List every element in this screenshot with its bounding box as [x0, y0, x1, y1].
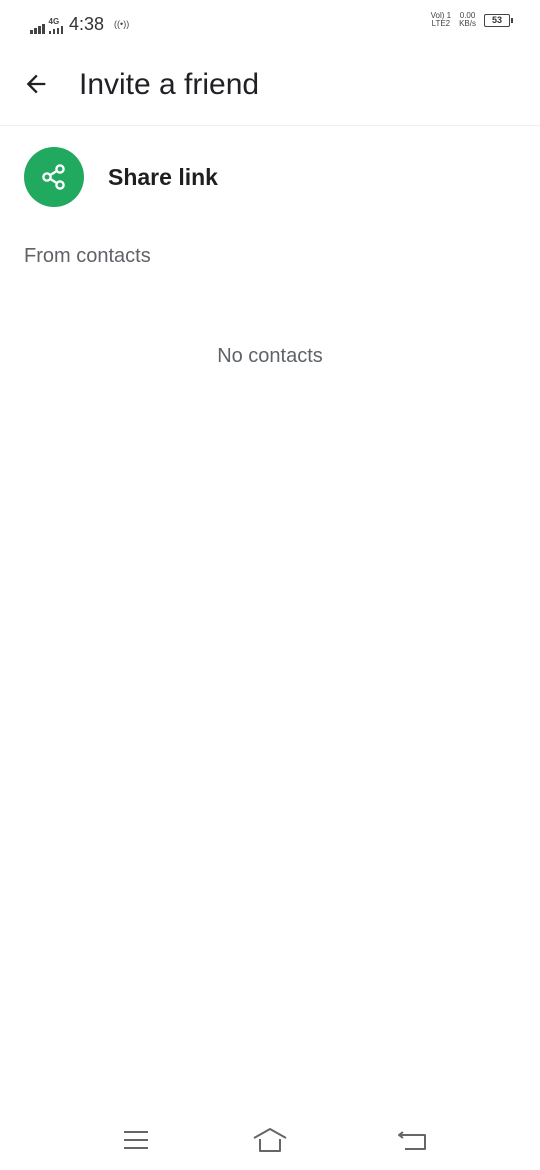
share-link-label: Share link [108, 164, 218, 190]
clock: 4:38 [69, 14, 105, 34]
app-bar: Invite a friend [0, 44, 540, 126]
volte-indicator: Vol) 1 LTE2 [431, 12, 451, 28]
home-button[interactable] [250, 1122, 290, 1158]
network-type: 4G [48, 17, 60, 26]
hotspot-icon: ((•)) [114, 19, 130, 29]
system-nav-bar [0, 1110, 540, 1170]
share-link-button[interactable]: Share link [0, 127, 540, 227]
back-nav-button[interactable] [392, 1122, 432, 1158]
signal-icon [30, 22, 45, 34]
share-icon [42, 164, 65, 190]
back-button[interactable] [16, 64, 56, 104]
status-right: Vol) 1 LTE2 0.00 KB/s 53 [431, 12, 513, 28]
signal-icon [48, 26, 63, 34]
network-indicator: 4G [48, 17, 63, 34]
volte-line2: LTE2 [431, 19, 451, 28]
network-speed: 0.00 KB/s [459, 12, 476, 28]
status-left: 4G 4:38 ((•)) [30, 10, 129, 34]
recents-button[interactable] [116, 1122, 156, 1158]
battery-icon: 53 [484, 13, 513, 27]
menu-icon [124, 1131, 148, 1149]
back-icon [398, 1131, 426, 1150]
section-header-from-contacts: From contacts [24, 245, 151, 267]
share-icon-circle [24, 147, 84, 207]
speed-unit: KB/s [459, 19, 476, 28]
page-title: Invite a friend [79, 68, 260, 101]
empty-contacts-message: No contacts [217, 345, 323, 367]
arrow-left-icon [26, 74, 46, 94]
home-icon [253, 1128, 287, 1152]
status-bar: 4G 4:38 ((•)) Vol) 1 LTE2 0.00 KB/s 53 [0, 0, 540, 44]
